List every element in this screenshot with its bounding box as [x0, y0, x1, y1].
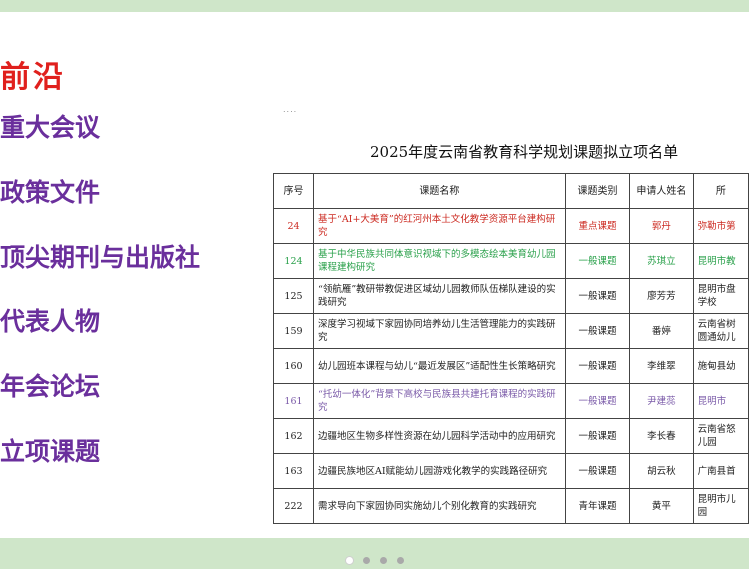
- cell-project-name: 深度学习视域下家园协同培养幼儿生活管理能力的实践研究: [312, 313, 566, 349]
- menu-item-top-journals[interactable]: 顶尖期刊与出版社: [0, 238, 200, 274]
- cell-category: 一般课题: [564, 243, 631, 279]
- header-applicant: 申请人姓名: [629, 173, 694, 209]
- cell-applicant: 李长春: [629, 418, 694, 454]
- cell-category: 青年课题: [564, 488, 631, 524]
- cell-number: 159: [273, 313, 314, 349]
- cell-unit: 广南县首: [692, 453, 749, 489]
- cell-project-name: 需求导向下家园协同实施幼儿个别化教育的实践研究: [312, 488, 566, 524]
- cell-applicant: 郭丹: [629, 208, 694, 244]
- menu-item-approved-projects[interactable]: 立项课题: [0, 432, 100, 468]
- table-row: 124 基于中华民族共同体意识视域下的多模态绘本美育幼儿园课程建构研究 一般课题…: [273, 243, 749, 279]
- cell-number: 163: [273, 453, 314, 489]
- cell-project-name: “领航雁”教研带教促进区域幼儿园教师队伍梯队建设的实践研究: [312, 278, 566, 314]
- menu-item-policy-documents[interactable]: 政策文件: [0, 173, 100, 209]
- header-project-name: 课题名称: [312, 173, 566, 209]
- cell-category: 一般课题: [564, 453, 631, 489]
- cell-unit: 云南省怒儿园: [692, 418, 749, 454]
- cell-project-name: 边疆民族地区AI赋能幼儿园游戏化教学的实践路径研究: [312, 453, 566, 489]
- cell-applicant: 李维翠: [629, 348, 694, 384]
- header-unit: 所: [692, 173, 749, 209]
- cell-applicant: 番婷: [629, 313, 694, 349]
- cell-project-name: 边疆地区生物多样性资源在幼儿园科学活动中的应用研究: [312, 418, 566, 454]
- header-category: 课题类别: [564, 173, 631, 209]
- cell-applicant: 廖芳芳: [629, 278, 694, 314]
- menu-item-annual-forums[interactable]: 年会论坛: [0, 367, 100, 403]
- cell-unit: 昆明市盘学校: [692, 278, 749, 314]
- cell-applicant: 黄平: [629, 488, 694, 524]
- cell-project-name: “托幼一体化”背景下高校与民族县共建托育课程的实践研究: [312, 383, 566, 419]
- presentation-slide: 前沿 重大会议 政策文件 顶尖期刊与出版社 代表人物 年会论坛 立项课题 ...…: [0, 12, 749, 538]
- cell-number: 24: [273, 208, 314, 244]
- cell-number: 125: [273, 278, 314, 314]
- table-header-row: 序号 课题名称 课题类别 申请人姓名 所: [273, 173, 749, 209]
- cell-project-name: 幼儿园班本课程与幼儿“最近发展区”适配性生长策略研究: [312, 348, 566, 384]
- cell-applicant: 苏琪立: [629, 243, 694, 279]
- cell-category: 一般课题: [564, 278, 631, 314]
- table-row: 222 需求导向下家园协同实施幼儿个别化教育的实践研究 青年课题 黄平 昆明市儿…: [273, 488, 749, 524]
- document-title: 2025年度云南省教育科学规划课题拟立项名单: [370, 143, 679, 161]
- document-mark: ....: [283, 105, 298, 114]
- cell-category: 重点课题: [564, 208, 631, 244]
- header-number: 序号: [273, 173, 314, 209]
- cell-applicant: 胡云秋: [629, 453, 694, 489]
- cell-category: 一般课题: [564, 348, 631, 384]
- cell-unit: 弥勒市第: [692, 208, 749, 244]
- cell-applicant: 尹建蕊: [629, 383, 694, 419]
- slide-heading: 前沿: [0, 60, 66, 95]
- cell-unit: 昆明市儿园: [692, 488, 749, 524]
- project-list-table: 序号 课题名称 课题类别 申请人姓名 所 24 基于“AI+大美育”的红河州本土…: [273, 173, 749, 524]
- cell-category: 一般课题: [564, 313, 631, 349]
- cell-project-name: 基于中华民族共同体意识视域下的多模态绘本美育幼儿园课程建构研究: [312, 243, 566, 279]
- cell-number: 124: [273, 243, 314, 279]
- cell-category: 一般课题: [564, 383, 631, 419]
- table-row: 24 基于“AI+大美育”的红河州本土文化教学资源平台建构研究 重点课题 郭丹 …: [273, 208, 749, 244]
- table-row: 160 幼儿园班本课程与幼儿“最近发展区”适配性生长策略研究 一般课题 李维翠 …: [273, 348, 749, 384]
- table-row: 159 深度学习视域下家园协同培养幼儿生活管理能力的实践研究 一般课题 番婷 云…: [273, 313, 749, 349]
- table-row: 161 “托幼一体化”背景下高校与民族县共建托育课程的实践研究 一般课题 尹建蕊…: [273, 383, 749, 419]
- cell-unit: 昆明市教: [692, 243, 749, 279]
- slide-pager: [0, 550, 749, 564]
- table-row: 125 “领航雁”教研带教促进区域幼儿园教师队伍梯队建设的实践研究 一般课题 廖…: [273, 278, 749, 314]
- cell-unit: 昆明市: [692, 383, 749, 419]
- cell-number: 162: [273, 418, 314, 454]
- cell-number: 160: [273, 348, 314, 384]
- cell-unit: 施甸县幼: [692, 348, 749, 384]
- cell-category: 一般课题: [564, 418, 631, 454]
- table-row: 163 边疆民族地区AI赋能幼儿园游戏化教学的实践路径研究 一般课题 胡云秋 广…: [273, 453, 749, 489]
- menu-item-major-meetings[interactable]: 重大会议: [0, 108, 100, 144]
- menu-item-key-figures[interactable]: 代表人物: [0, 302, 100, 338]
- cell-number: 161: [273, 383, 314, 419]
- cell-unit: 云南省树圆通幼儿: [692, 313, 749, 349]
- cell-project-name: 基于“AI+大美育”的红河州本土文化教学资源平台建构研究: [312, 208, 566, 244]
- table-row: 162 边疆地区生物多样性资源在幼儿园科学活动中的应用研究 一般课题 李长春 云…: [273, 418, 749, 454]
- cell-number: 222: [273, 488, 314, 524]
